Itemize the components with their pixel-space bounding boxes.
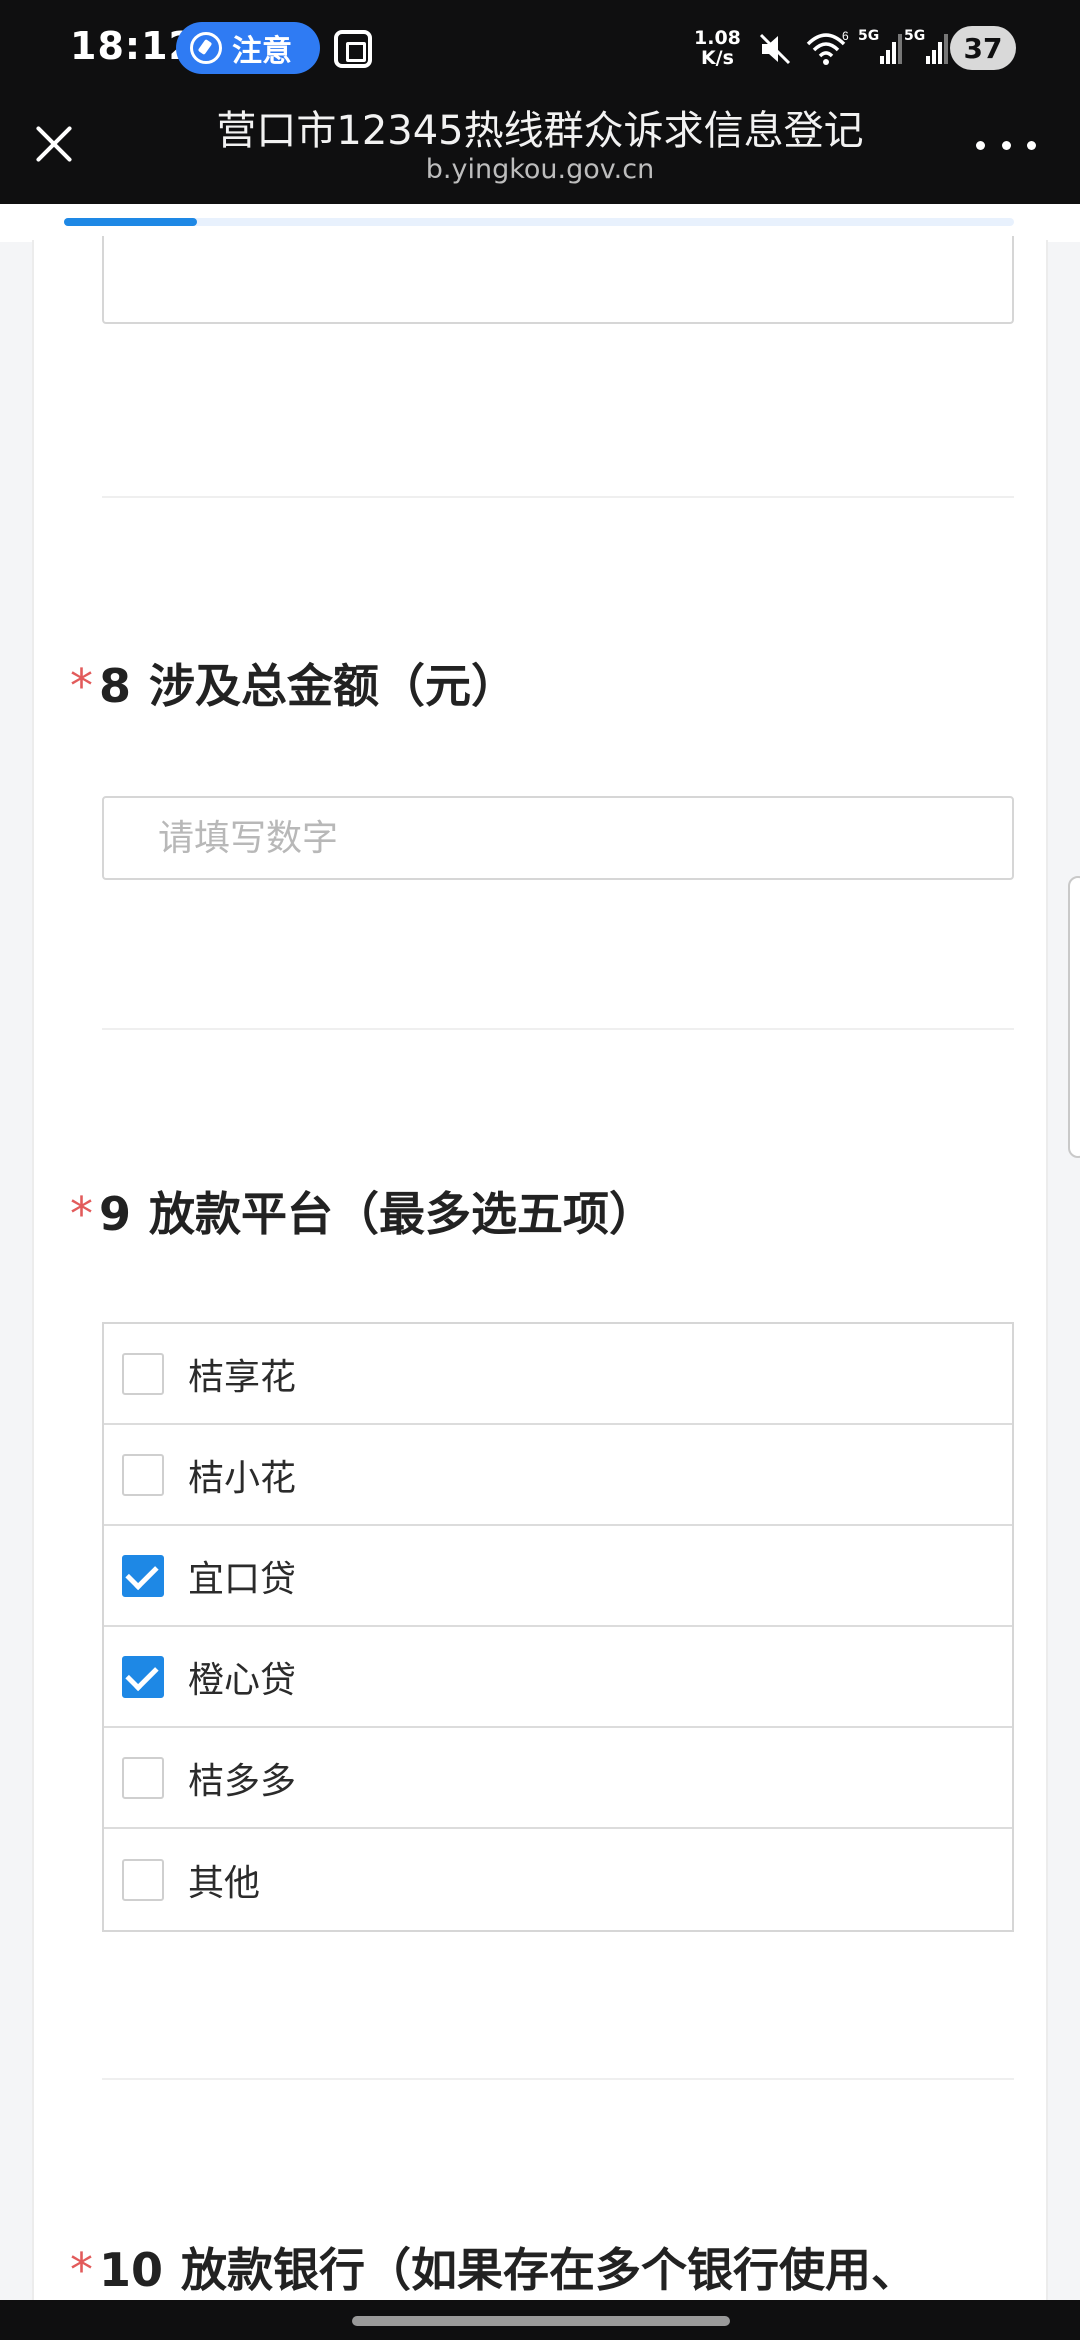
question-text: 涉及总金额（元）: [149, 659, 518, 713]
more-dot-icon: [1001, 140, 1011, 150]
progress-fill: [64, 218, 197, 226]
signal-icon-sim1: 5G: [858, 28, 902, 68]
more-dot-icon: [976, 140, 985, 150]
question-9-title: * 9 放款平台（最多选五项）: [70, 1178, 655, 1244]
question-number: 8: [99, 659, 132, 713]
system-navigation-bar: [0, 2300, 1080, 2340]
sim1-label: 5G: [858, 28, 880, 44]
question-8-title: * 8 涉及总金额（元）: [70, 650, 517, 716]
more-dot-icon: [1027, 140, 1036, 150]
status-bar: 18:12 注意 1.08 K/s 6 5G 5G 37: [0, 0, 1080, 96]
checkbox[interactable]: [122, 1756, 164, 1799]
checkbox[interactable]: [122, 1858, 164, 1901]
option-label: 橙心贷: [188, 1659, 297, 1701]
question-10-title: * 10 放款银行（如果存在多个银行使用、: [70, 2234, 917, 2300]
page-title: 营口市12345热线群众诉求信息登记: [216, 108, 864, 154]
compass-icon: [190, 32, 222, 64]
checkbox[interactable]: [122, 1655, 164, 1698]
sim2-label: 5G: [904, 28, 926, 44]
question-number: 9: [99, 1187, 132, 1241]
more-options-button[interactable]: [976, 130, 1036, 160]
home-gesture-bar[interactable]: [352, 2316, 730, 2326]
signal-icon-sim2: 5G: [904, 28, 948, 68]
form-card: *8涉及总金额（元） *9放款平台（最多选五项） 桔享花 桔小花 宜口贷 橙心贷…: [32, 236, 1048, 2300]
wifi-badge: 6: [842, 29, 849, 43]
required-mark: *: [70, 2243, 93, 2297]
previous-question-input[interactable]: [102, 236, 1014, 324]
lending-platform-options: 桔享花 桔小花 宜口贷 橙心贷 桔多多 其他: [102, 1322, 1014, 1932]
page-url: b.yingkou.gov.cn: [425, 154, 655, 185]
net-speed-unit: K/s: [700, 47, 734, 69]
checkbox[interactable]: [122, 1352, 164, 1395]
option-label: 桔享花: [188, 1356, 297, 1398]
option-row[interactable]: 其他: [104, 1829, 1012, 1930]
option-row[interactable]: 桔小花: [104, 1425, 1012, 1526]
required-mark: *: [70, 1187, 93, 1241]
total-amount-field[interactable]: [102, 796, 1014, 880]
checkbox[interactable]: [122, 1554, 164, 1597]
side-scroll-handle[interactable]: [1068, 876, 1080, 1158]
question-text: 放款银行（如果存在多个银行使用、: [181, 2243, 918, 2297]
question-text: 放款平台（最多选五项）: [149, 1187, 656, 1241]
wifi-icon: 6: [806, 29, 849, 65]
question-divider: [102, 2078, 1014, 2080]
option-label: 桔多多: [188, 1760, 297, 1802]
option-row[interactable]: 宜口贷: [104, 1526, 1012, 1627]
question-divider: [102, 496, 1014, 498]
notice-pill[interactable]: 注意: [176, 22, 320, 74]
progress-track: [64, 218, 1014, 226]
battery-indicator: 37: [950, 26, 1016, 70]
checkbox[interactable]: [122, 1453, 164, 1496]
option-label: 桔小花: [188, 1457, 297, 1499]
option-row[interactable]: 橙心贷: [104, 1627, 1012, 1728]
notice-label: 注意: [232, 34, 292, 69]
option-label: 其他: [188, 1862, 261, 1904]
total-amount-input[interactable]: [104, 798, 1012, 878]
option-row[interactable]: 桔多多: [104, 1728, 1012, 1829]
close-button[interactable]: [24, 114, 84, 174]
net-speed: 1.08 K/s: [694, 28, 741, 68]
net-speed-value: 1.08: [694, 27, 741, 49]
browser-title-bar: 营口市12345热线群众诉求信息登记 b.yingkou.gov.cn: [0, 96, 1080, 204]
mute-icon: [759, 33, 791, 65]
option-row[interactable]: 桔享花: [104, 1324, 1012, 1425]
required-mark: *: [70, 659, 93, 713]
question-divider: [102, 1028, 1014, 1030]
screen-capture-icon: [334, 30, 372, 68]
option-label: 宜口贷: [188, 1558, 297, 1600]
question-number: 10: [99, 2243, 164, 2297]
